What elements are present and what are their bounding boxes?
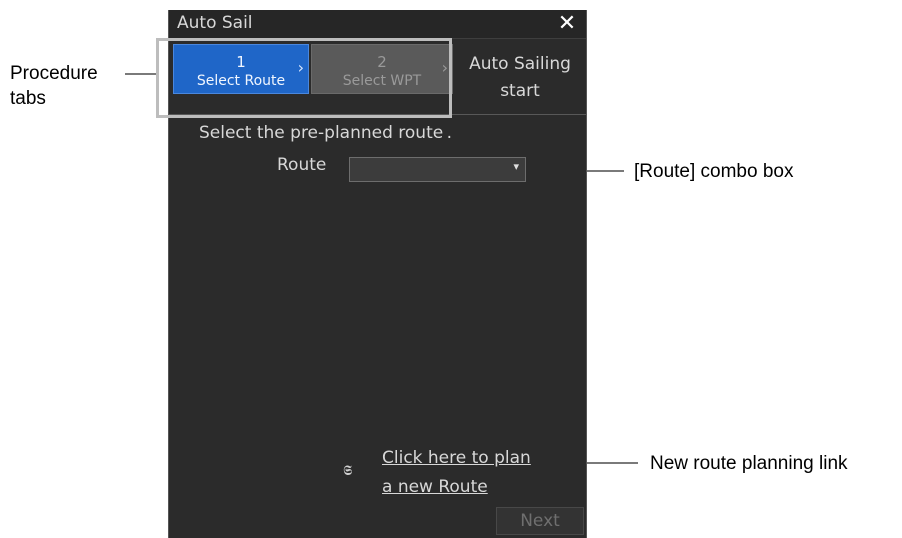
plan-link-line-1: Click here to plan: [382, 448, 531, 468]
route-plan-icon: 𝕾: [343, 463, 353, 479]
tab-auto-sailing-start[interactable]: Auto Sailing start: [455, 51, 585, 105]
procedure-tabs-annotation: Procedure tabs: [10, 61, 98, 111]
tab-label-line-1: Auto Sailing: [469, 54, 571, 74]
annotation-line-2: tabs: [10, 88, 46, 109]
route-combo-box[interactable]: ▾: [349, 157, 526, 182]
annotation-line-1: Procedure: [10, 63, 98, 84]
new-route-planning-link[interactable]: Click here to plan a new Route: [382, 444, 531, 502]
procedure-tabs-leader: [125, 73, 158, 75]
next-button[interactable]: Next: [496, 507, 584, 535]
new-route-link-annotation: New route planning link: [650, 453, 848, 474]
instruction-text: Select the pre-planned route .: [199, 123, 452, 143]
title-bar: Auto Sail ✕: [169, 10, 586, 39]
chevron-down-icon: ▾: [513, 160, 519, 173]
route-combo-annotation: [Route] combo box: [634, 161, 794, 182]
close-icon: ✕: [557, 11, 577, 36]
close-button[interactable]: ✕: [554, 11, 580, 37]
tab-label-line-2: start: [500, 81, 540, 101]
dialog-title: Auto Sail: [177, 13, 253, 33]
procedure-tabs-highlight: [156, 38, 452, 118]
route-label: Route: [277, 155, 327, 175]
plan-link-line-2: a new Route: [382, 477, 488, 497]
